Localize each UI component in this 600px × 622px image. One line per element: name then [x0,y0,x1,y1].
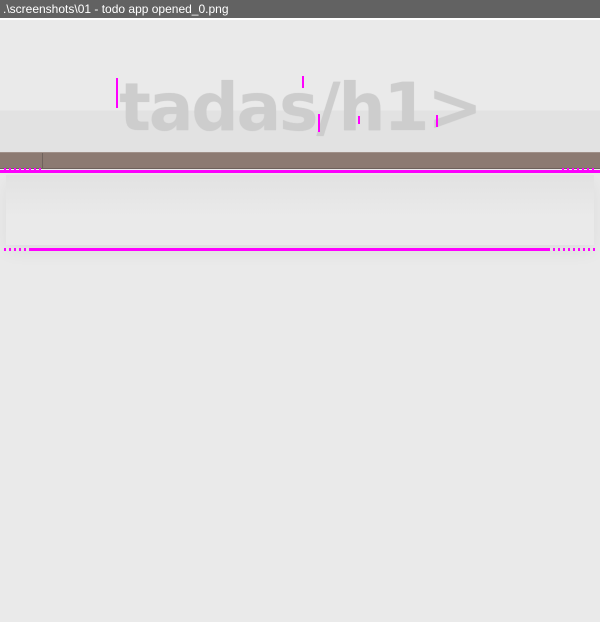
heading-artifact-5 [436,115,438,127]
list-header-bar [0,152,600,169]
top-artifact-dots-right [562,168,596,171]
top-artifact-dots-left [4,168,44,171]
heading-artifact-4 [358,116,360,124]
todo-list-panel [6,175,594,245]
window-title-bar: .\screenshots\01 - todo app opened_0.png [0,0,600,18]
heading-artifact-1 [116,78,118,108]
top-artifact-line [0,170,600,173]
bottom-artifact-dots-right [548,248,596,251]
bottom-artifact-line [30,248,550,251]
window-title: .\screenshots\01 - todo app opened_0.png [3,2,229,16]
screenshot-canvas: tadas/h1> [0,20,600,622]
heading-artifact-3 [318,114,320,132]
heading-artifact-2 [302,76,304,88]
list-header-divider [42,153,43,168]
bottom-artifact-dots-left [4,248,32,251]
app-heading: tadas/h1> [119,69,482,146]
